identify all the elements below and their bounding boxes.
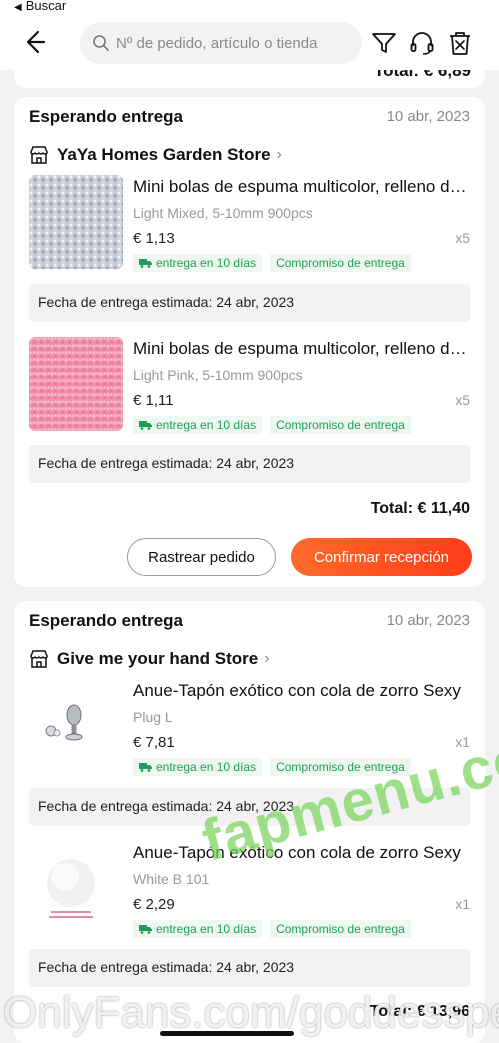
status-bar: ◀ Buscar [0,0,499,14]
delivery-commitment-label: Compromiso de entrega [276,922,405,936]
product-title: Anue-Tapón exótico con cola de zorro Sex… [133,843,461,862]
previous-order-card: Total: € 6,89 [14,70,485,88]
chevron-right-icon: › [264,650,270,667]
delivery-commitment-badge: Compromiso de entrega [270,254,411,272]
delivery-badge-label: entrega en 10 días [156,418,257,432]
order-card[interactable]: Esperando entrega 10 abr, 2023 Give me y… [14,601,485,1043]
order-item[interactable]: Anue-Tapón exótico con cola de zorro Sex… [29,679,470,779]
truck-icon [139,421,152,430]
product-image-metal-plug [29,679,123,773]
store-name: Give me your hand Store [57,649,259,668]
product-title: Anue-Tapón exótico con cola de zorro Sex… [133,681,461,700]
product-quantity: x1 [455,734,470,750]
delivery-badge: entrega en 10 días [133,920,263,938]
search-bar[interactable] [80,22,362,64]
estimated-delivery: Fecha de entrega estimada: 24 abr, 2023 [29,284,470,322]
chevron-right-icon: › [276,146,282,163]
back-triangle-icon: ◀ [14,2,22,13]
delivery-badge-label: entrega en 10 días [156,256,257,270]
delivery-badge: entrega en 10 días [133,416,263,434]
order-status: Esperando entrega [29,107,183,126]
trash-icon[interactable] [446,29,474,57]
product-variant: Light Mixed, 5-10mm 900pcs [133,205,313,221]
product-quantity: x1 [455,896,470,912]
product-image-pink-foam-balls [29,337,123,431]
product-quantity: x5 [455,230,470,246]
product-variant: Light Pink, 5-10mm 900pcs [133,367,303,383]
back-to-search-link[interactable]: ◀ Buscar [14,0,66,13]
product-image-white-fox-tail [29,841,123,935]
filter-icon[interactable] [370,29,398,57]
product-price: € 1,11 [133,392,174,409]
delivery-commitment-badge: Compromiso de entrega [270,416,411,434]
product-price: € 2,29 [133,896,175,913]
delivery-badge-label: entrega en 10 días [156,922,257,936]
search-input[interactable] [116,34,356,52]
home-indicator [160,1031,294,1036]
store-link[interactable]: YaYa Homes Garden Store › [29,143,282,167]
delivery-commitment-label: Compromiso de entrega [276,256,405,270]
store-icon [30,146,48,164]
back-label: Buscar [25,0,67,13]
order-header: Esperando entrega 10 abr, 2023 [29,611,470,633]
store-name: YaYa Homes Garden Store [57,145,271,164]
truck-icon [139,763,152,772]
support-headset-icon[interactable] [408,29,436,57]
delivery-commitment-label: Compromiso de entrega [276,760,405,774]
delivery-commitment-label: Compromiso de entrega [276,418,405,432]
product-quantity: x5 [455,392,470,408]
truck-icon [139,925,152,934]
product-title: Mini bolas de espuma multicolor, relleno… [133,177,469,196]
top-bar [0,14,499,70]
product-price: € 7,81 [133,734,175,751]
search-icon [93,35,109,51]
confirm-receipt-button[interactable]: Confirmar recepción [291,538,472,576]
product-price: € 1,13 [133,230,175,247]
delivery-commitment-badge: Compromiso de entrega [270,758,411,776]
order-card[interactable]: Esperando entrega 10 abr, 2023 YaYa Home… [14,97,485,587]
order-status: Esperando entrega [29,611,183,630]
estimated-delivery: Fecha de entrega estimada: 24 abr, 2023 [29,445,470,483]
order-date: 10 abr, 2023 [386,108,470,125]
order-total: Total: € 13,96 [369,1003,470,1020]
product-image-mixed-foam-balls [29,175,123,269]
delivery-badge-label: entrega en 10 días [156,760,257,774]
order-header: Esperando entrega 10 abr, 2023 [29,107,470,129]
store-link[interactable]: Give me your hand Store › [29,647,270,671]
truck-icon [139,259,152,268]
track-order-button[interactable]: Rastrear pedido [127,538,276,576]
order-item[interactable]: Anue-Tapón exótico con cola de zorro Sex… [29,841,470,941]
estimated-delivery: Fecha de entrega estimada: 24 abr, 2023 [29,949,470,987]
order-total: Total: € 11,40 [370,500,470,517]
store-icon [30,650,48,668]
product-variant: Plug L [133,709,173,725]
delivery-commitment-badge: Compromiso de entrega [270,920,411,938]
product-title: Mini bolas de espuma multicolor, relleno… [133,339,469,358]
previous-order-total: Total: € 6,89 [374,70,471,80]
order-date: 10 abr, 2023 [386,612,470,629]
estimated-delivery: Fecha de entrega estimada: 24 abr, 2023 [29,788,470,826]
product-variant: White B 101 [133,871,210,887]
delivery-badge: entrega en 10 días [133,758,263,776]
delivery-badge: entrega en 10 días [133,254,263,272]
back-arrow-icon[interactable] [20,28,48,56]
order-item[interactable]: Mini bolas de espuma multicolor, relleno… [29,337,470,437]
order-item[interactable]: Mini bolas de espuma multicolor, relleno… [29,175,470,275]
